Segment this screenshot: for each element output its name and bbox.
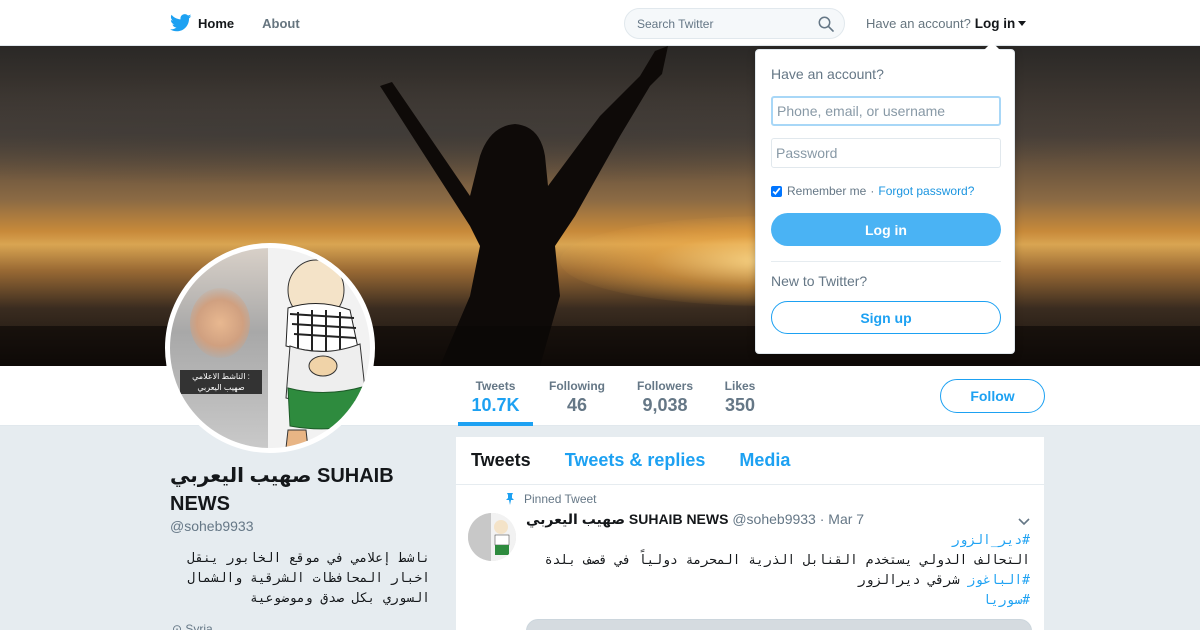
tweet-text: #دير_الزور التحالف الدولي يستخدم القنابل… (530, 531, 1030, 611)
stat-label: Tweets (475, 379, 516, 393)
tweet-avatar[interactable] (468, 513, 516, 561)
twitter-bird-icon[interactable] (170, 14, 192, 32)
profile-bio: ناشط إعلامي في موقع الخابور ينقل اخبار ا… (187, 551, 430, 606)
account-prompt-text: Have an account? (866, 15, 971, 31)
avatar-cartoon-half (268, 248, 370, 448)
timeline: Tweets Tweets & replies Media Pinned Twe… (456, 437, 1044, 630)
stat-label: Followers (636, 379, 693, 393)
account-prompt: Have an account? Log in (866, 0, 1027, 46)
tweet-media-preview[interactable] (526, 619, 1032, 630)
nav-home-link[interactable]: Home (198, 16, 234, 31)
login-dropdown-title: Have an account? (771, 66, 884, 82)
stat-followers[interactable]: Followers 9,038 (633, 366, 697, 426)
stat-label: Following (549, 379, 605, 393)
stat-value: 10.7K (471, 395, 520, 415)
chevron-down-icon[interactable] (1018, 515, 1030, 527)
profile-location: ⊙ Syria (172, 622, 213, 630)
stat-value: 46 (566, 395, 588, 415)
login-link-label: Log in (974, 15, 1016, 31)
forgot-password-link[interactable]: Forgot password? (878, 184, 974, 198)
tab-tweets-replies[interactable]: Tweets & replies (565, 450, 706, 471)
handala-cartoon-image (285, 259, 369, 448)
search-box (624, 8, 845, 39)
tweet-date[interactable]: · Mar 7 (820, 511, 864, 527)
tweet-line: التحالف الدولي يستخدم القنابل الذرية الم… (544, 553, 1030, 568)
stat-tweets[interactable]: Tweets 10.7K (458, 366, 533, 426)
new-to-twitter-text: New to Twitter? (771, 273, 868, 289)
location-pin-icon: ⊙ (172, 622, 186, 630)
stat-value: 350 (724, 395, 756, 415)
tweet-hashtag[interactable]: #دير_الزور (952, 533, 1030, 548)
remember-me-label[interactable]: Remember me (787, 184, 866, 198)
top-navigation-bar: Home About Have an account? Log in (0, 0, 1200, 46)
login-dropdown: Have an account? Remember me · Forgot pa… (755, 42, 1015, 354)
nav-left: Home About (170, 0, 328, 46)
tweet-avatar-image (468, 513, 516, 561)
dropdown-divider (771, 261, 1001, 262)
avatar-caption-line1: الناشط الاعلامي : (192, 372, 250, 381)
tweet-header: صهيب اليعربي SUHAIB NEWS @soheb9933 · Ma… (526, 511, 864, 528)
pin-icon (506, 493, 514, 505)
tab-media[interactable]: Media (739, 450, 790, 471)
tweet-author-name[interactable]: صهيب اليعربي SUHAIB NEWS (526, 511, 728, 527)
tab-tweets[interactable]: Tweets (471, 450, 531, 471)
login-button[interactable]: Log in (771, 213, 1001, 246)
login-dropdown-toggle[interactable]: Log in (975, 16, 1027, 31)
stat-label: Likes (724, 379, 756, 393)
stat-value: 9,038 (642, 395, 688, 415)
pinned-tweet-label: Pinned Tweet (504, 492, 597, 506)
stat-following[interactable]: Following 46 (545, 366, 609, 426)
follow-button[interactable]: Follow (940, 379, 1045, 413)
timeline-tabs: Tweets Tweets & replies Media (456, 437, 1044, 485)
avatar-blur-face (190, 288, 250, 358)
remember-me-checkbox[interactable] (771, 185, 782, 197)
tweet-author-handle[interactable]: @soheb9933 (732, 511, 816, 527)
search-input[interactable] (625, 9, 805, 38)
profile-avatar[interactable]: الناشط الاعلامي : صهيب اليعربي (165, 243, 375, 453)
tweet-hashtag[interactable]: #سوريا (983, 593, 1030, 608)
signup-button[interactable]: Sign up (771, 301, 1001, 334)
tweet-hashtag[interactable]: #الباغوز (967, 573, 1030, 588)
location-text: Syria (185, 622, 213, 630)
nav-about-link[interactable]: About (262, 16, 300, 31)
avatar-caption-line2: صهيب اليعربي (197, 383, 245, 392)
profile-name[interactable]: صهيب اليعربي SUHAIB NEWS (170, 462, 440, 518)
username-input[interactable] (771, 96, 1001, 126)
search-icon[interactable] (818, 16, 834, 32)
tweet-line: شرقي ديرالزور (857, 573, 968, 588)
profile-handle[interactable]: @soheb9933 (170, 518, 254, 534)
password-input[interactable] (771, 138, 1001, 168)
avatar-caption: الناشط الاعلامي : صهيب اليعربي (180, 370, 262, 394)
pinned-tweet-text: Pinned Tweet (524, 492, 597, 506)
dropdown-arrow (984, 42, 1000, 50)
remember-me-row: Remember me · Forgot password? (771, 184, 974, 198)
separator-dot: · (870, 184, 875, 198)
caret-down-icon (1018, 21, 1027, 27)
stat-likes[interactable]: Likes 350 (720, 366, 760, 426)
